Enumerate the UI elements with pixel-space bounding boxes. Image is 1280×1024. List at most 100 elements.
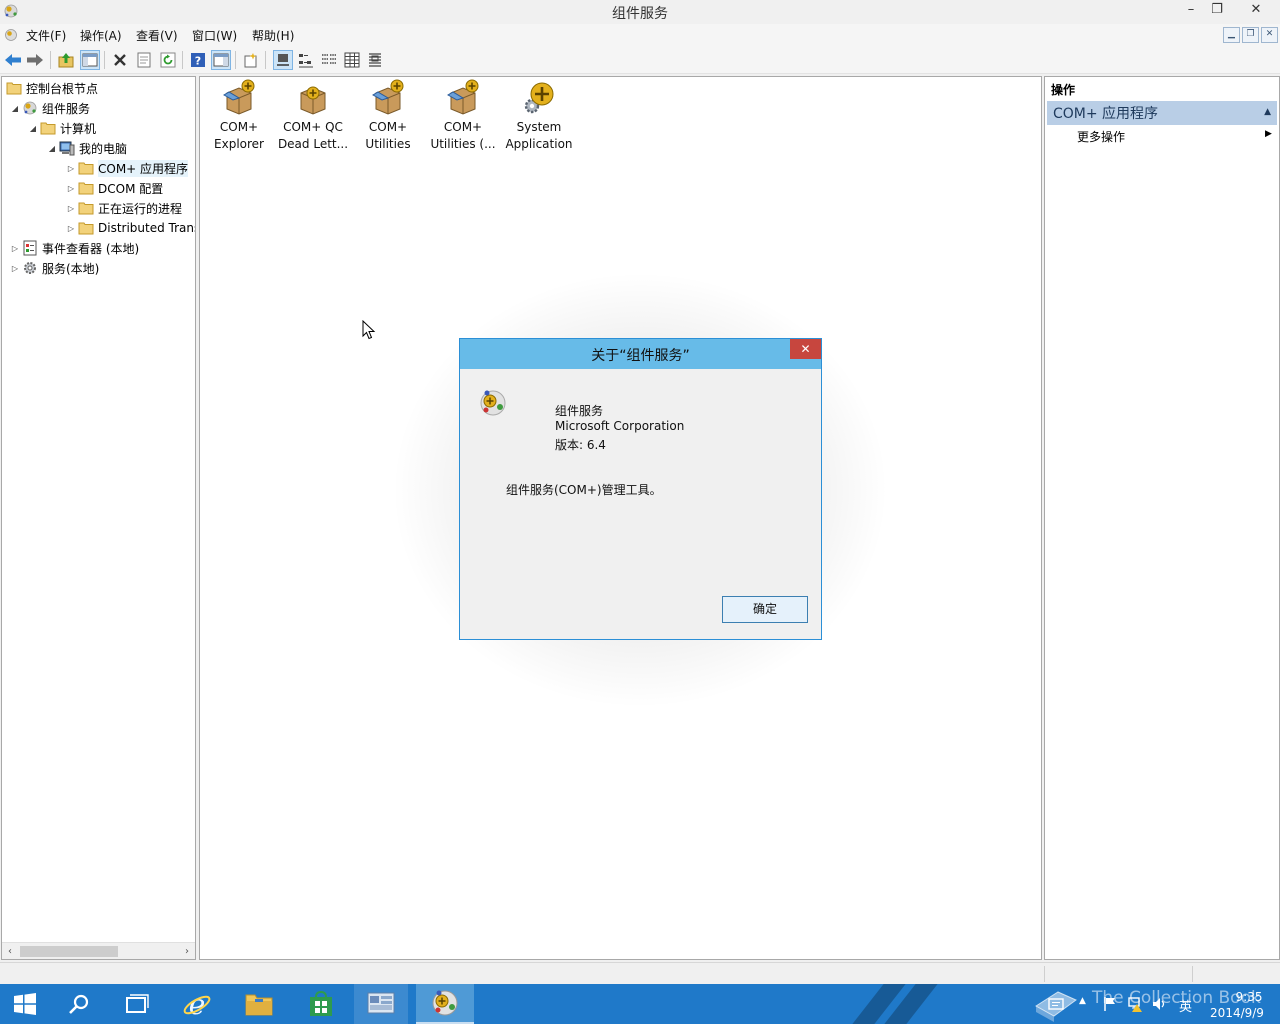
scroll-thumb[interactable] [20,946,118,957]
dialog-close-button[interactable]: ✕ [790,339,821,359]
com-package-icon [447,79,479,115]
tree-node-running-processes[interactable]: ▷ 正在运行的进程 [66,198,182,218]
input-language-indicator[interactable]: 英 [1179,996,1192,1015]
list-item-label-line2: Application [505,137,573,151]
taskbar-server-manager[interactable] [354,984,408,1024]
menu-window[interactable]: 窗口(W) [192,27,237,44]
list-item-com-utilities[interactable]: COM+ Utilities [350,79,426,153]
menu-view[interactable]: 查看(V) [136,27,178,44]
show-hidden-icons-icon[interactable]: ▲ [1079,996,1086,1006]
new-item-icon[interactable] [241,50,261,70]
internet-explorer-icon: e [183,989,211,1019]
mdi-minimize-button[interactable]: ▁ [1223,27,1240,43]
status-view-icon[interactable] [365,50,385,70]
list-view-icon[interactable] [319,50,339,70]
network-warning-icon[interactable] [1127,996,1143,1012]
tree-expander[interactable]: ▷ [66,164,76,173]
tree-expander[interactable]: ◢ [47,144,57,153]
about-dialog: 关于“组件服务” ✕ 组件服务 Microsoft Corporation 版本… [459,338,822,640]
menu-action[interactable]: 操作(A) [80,27,122,44]
show-hide-console-tree-icon[interactable] [80,50,100,70]
tree-node-label: 我的电脑 [79,141,128,156]
mouse-pointer-icon [362,320,376,340]
forward-icon[interactable] [25,50,45,70]
tree-horizontal-scrollbar[interactable]: ‹ › [2,942,195,959]
help-icon[interactable]: ? [188,50,208,70]
com-package-icon [372,79,404,115]
list-item-com-qc-dead-letter[interactable]: COM+ QC Dead Lett... [275,79,351,153]
task-view-icon [126,994,149,1013]
back-icon[interactable] [3,50,23,70]
tree-expander[interactable]: ▷ [66,224,76,233]
list-item-com-utilities-32[interactable]: COM+ Utilities (... [425,79,501,153]
taskbar-store[interactable] [298,984,344,1024]
show-hide-action-pane-icon[interactable] [211,50,231,70]
menu-help[interactable]: 帮助(H) [252,27,294,44]
tree-node-my-computer[interactable]: ◢ 我的电脑 [47,138,127,158]
folder-icon [78,222,94,235]
status-separator [1192,966,1193,982]
tree-node-distributed-transaction[interactable]: ▷ Distributed Transaction Coordinator [66,218,195,238]
tree-node-dcom-config[interactable]: ▷ DCOM 配置 [66,178,163,198]
properties-icon[interactable] [134,50,154,70]
start-button[interactable] [0,984,50,1024]
close-button[interactable]: ✕ [1236,0,1276,22]
taskbar-internet-explorer[interactable]: e [174,984,220,1024]
tree-expander[interactable]: ▷ [10,244,20,253]
tree-node-computers[interactable]: ◢ 计算机 [28,118,96,138]
detail-view-icon[interactable] [342,50,362,70]
toolbar-separator [182,51,183,69]
list-item-label-line1: COM+ [443,120,483,134]
search-button[interactable] [56,984,102,1024]
clock-time[interactable]: 9:35 [1222,990,1276,1004]
taskbar-component-services[interactable] [416,984,474,1024]
clock-date[interactable]: 2014/9/9 [1205,1006,1269,1020]
restore-button[interactable]: ❐ [1204,0,1230,22]
menu-file[interactable]: 文件(F) [26,27,66,44]
tree-node-label: 正在运行的进程 [98,201,183,216]
scroll-left-arrow-icon[interactable]: ‹ [2,943,18,959]
taskbar-file-explorer[interactable] [236,984,282,1024]
dialog-version: 版本: 6.4 [555,438,606,452]
folder-icon [40,122,56,135]
list-item-system-application[interactable]: System Application [501,79,577,153]
my-computer-icon [59,141,75,156]
component-services-taskbar-icon [432,990,458,1016]
ok-button[interactable]: 确定 [722,596,808,623]
tree-node-label: 事件查看器 (本地) [42,241,140,256]
scroll-right-arrow-icon[interactable]: › [179,943,195,959]
list-item-com-explorer[interactable]: COM+ Explorer [201,79,277,153]
windows-logo-icon [14,993,36,1015]
tree-node-component-services[interactable]: ◢ 组件服务 [10,98,90,118]
tree-expander[interactable]: ▷ [66,204,76,213]
actions-group-com-applications[interactable]: COM+ 应用程序 ▲ [1047,101,1277,125]
task-view-button[interactable] [114,984,160,1024]
folder-icon [78,182,94,195]
submenu-arrow-icon: ▶ [1265,129,1272,139]
small-icons-view-icon[interactable] [296,50,316,70]
delete-icon[interactable] [110,50,130,70]
large-icons-view-icon[interactable] [273,50,293,70]
tree-expander[interactable]: ▷ [66,184,76,193]
tree-expander[interactable]: ◢ [10,104,20,113]
tree-expander[interactable]: ▷ [10,264,20,273]
action-center-flag-icon[interactable] [1103,996,1117,1012]
tree-expander[interactable]: ◢ [28,124,38,133]
up-one-level-icon[interactable] [56,50,76,70]
console-tree-pane[interactable]: 控制台根节点 ◢ 组件服务 ◢ 计算机 ◢ 我的电脑 ▷ COM+ 应用程序 ▷… [1,76,196,960]
tree-node-com-applications[interactable]: ▷ COM+ 应用程序 [66,158,189,178]
refresh-icon[interactable] [158,50,178,70]
volume-icon[interactable] [1152,996,1168,1012]
minimize-button[interactable]: – [1178,0,1204,22]
tree-node-event-viewer[interactable]: ▷ 事件查看器 (本地) [10,238,139,258]
action-center-message-icon[interactable] [1048,998,1064,1012]
tree-node-services-local[interactable]: ▷ 服务(本地) [10,258,99,278]
collapse-caret-icon[interactable]: ▲ [1264,107,1271,117]
mdi-window-icon[interactable] [3,27,19,43]
more-actions-item[interactable]: 更多操作 [1077,128,1125,145]
tree-node-label: 控制台根节点 [26,81,99,96]
tree-node-console-root[interactable]: 控制台根节点 [4,78,98,98]
mdi-restore-button[interactable]: ❐ [1242,27,1259,43]
tree-node-label: DCOM 配置 [98,181,164,196]
mdi-close-button[interactable]: ✕ [1261,27,1278,43]
